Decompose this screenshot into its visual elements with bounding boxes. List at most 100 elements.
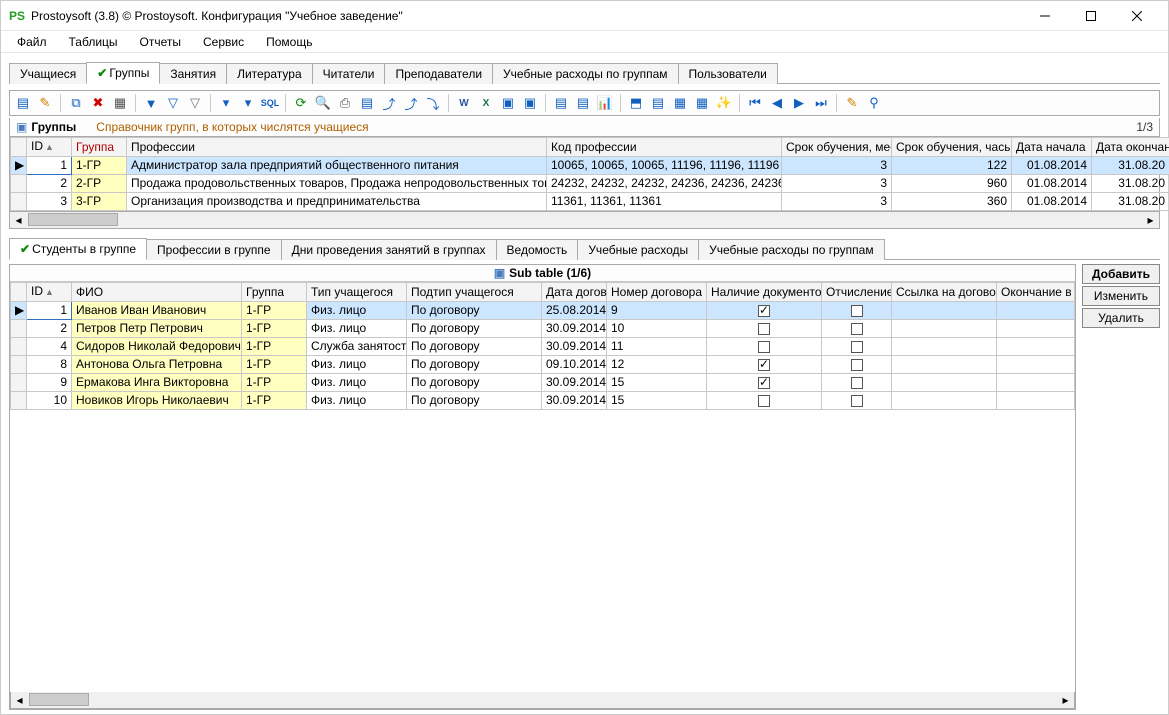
groups-scrollbar[interactable]: ◂ ▸: [9, 212, 1160, 229]
subtab-students[interactable]: ✔Студенты в группе: [9, 238, 147, 260]
tool4-icon[interactable]: ▦: [693, 94, 711, 112]
checkbox-icon[interactable]: [758, 323, 770, 335]
search-icon[interactable]: 🔍: [314, 94, 332, 112]
word-icon[interactable]: W: [455, 94, 473, 112]
edit-icon[interactable]: ✎: [36, 94, 54, 112]
scol-otch[interactable]: Отчисление: [822, 283, 892, 302]
filter2-icon[interactable]: ▽: [164, 94, 182, 112]
scroll-left-icon[interactable]: ◂: [10, 212, 27, 227]
menu-reports[interactable]: Отчеты: [130, 33, 191, 51]
copy-icon[interactable]: ⧉: [67, 94, 85, 112]
col-prof[interactable]: Профессии: [127, 138, 547, 157]
table-row[interactable]: 8Антонова Ольга Петровна1-ГРФиз. лицоПо …: [11, 356, 1075, 374]
subtab-expgrp[interactable]: Учебные расходы по группам: [698, 239, 884, 260]
doc-icon[interactable]: ▤: [358, 94, 376, 112]
tab-readers[interactable]: Читатели: [312, 63, 386, 84]
excel-icon[interactable]: X: [477, 94, 495, 112]
checkbox-icon[interactable]: [758, 395, 770, 407]
maximize-button[interactable]: [1068, 1, 1114, 31]
add-button[interactable]: Добавить: [1082, 264, 1160, 284]
checkbox-icon[interactable]: [758, 341, 770, 353]
sort-icon[interactable]: ▾: [217, 94, 235, 112]
menu-service[interactable]: Сервис: [193, 33, 254, 51]
table-row[interactable]: 9Ермакова Инга Викторовна1-ГРФиз. лицоПо…: [11, 374, 1075, 392]
checkbox-icon[interactable]: [851, 341, 863, 353]
grid-icon[interactable]: ▦: [111, 94, 129, 112]
minimize-button[interactable]: [1022, 1, 1068, 31]
subtab-exp[interactable]: Учебные расходы: [577, 239, 699, 260]
table-row[interactable]: 10Новиков Игорь Николаевич1-ГРФиз. лицоП…: [11, 392, 1075, 410]
table-row[interactable]: 4Сидоров Николай Федорович1-ГРСлужба зан…: [11, 338, 1075, 356]
table-row[interactable]: ▶11-ГРАдминистратор зала предприятий общ…: [11, 157, 1169, 175]
scol-num[interactable]: Номер договора: [607, 283, 707, 302]
checkbox-icon[interactable]: [758, 359, 770, 371]
tab-teachers[interactable]: Преподаватели: [384, 63, 493, 84]
export3-icon[interactable]: ▣: [499, 94, 517, 112]
checkbox-icon[interactable]: [851, 305, 863, 317]
chart1-icon[interactable]: ▤: [552, 94, 570, 112]
wand-icon[interactable]: ✨: [715, 94, 733, 112]
menu-help[interactable]: Помощь: [256, 33, 322, 51]
refresh-icon[interactable]: ⟳: [292, 94, 310, 112]
tool1-icon[interactable]: ⬒: [627, 94, 645, 112]
filter-icon[interactable]: ▼: [142, 94, 160, 112]
scol-grp[interactable]: Группа: [242, 283, 307, 302]
sort2-icon[interactable]: ▾: [239, 94, 257, 112]
scol-docs[interactable]: Наличие документов: [707, 283, 822, 302]
filter3-icon[interactable]: ▽: [186, 94, 204, 112]
nav-last-icon[interactable]: ⏭: [812, 94, 830, 112]
checkbox-icon[interactable]: [851, 395, 863, 407]
scol-id[interactable]: ID: [31, 284, 43, 298]
delete-icon[interactable]: ✖: [89, 94, 107, 112]
nav-next-icon[interactable]: ▶: [790, 94, 808, 112]
col-end[interactable]: Дата окончан: [1092, 138, 1169, 157]
scol-fio[interactable]: ФИО: [72, 283, 242, 302]
tool2-icon[interactable]: ▤: [649, 94, 667, 112]
nav-prev-icon[interactable]: ◀: [768, 94, 786, 112]
col-mes[interactable]: Срок обучения, мес.: [782, 138, 892, 157]
menu-tables[interactable]: Таблицы: [59, 33, 128, 51]
scroll-thumb[interactable]: [28, 213, 118, 226]
col-hours[interactable]: Срок обучения, часы: [892, 138, 1012, 157]
menu-file[interactable]: Файл: [7, 33, 57, 51]
subtab-vedomost[interactable]: Ведомость: [496, 239, 579, 260]
new-icon[interactable]: ▤: [14, 94, 32, 112]
scroll-thumb[interactable]: [29, 693, 89, 706]
subtab-days[interactable]: Дни проведения занятий в группах: [281, 239, 497, 260]
checkbox-icon[interactable]: [851, 377, 863, 389]
table-row[interactable]: 33-ГРОрганизация производства и предприн…: [11, 193, 1169, 211]
print-icon[interactable]: ⎙: [336, 94, 354, 112]
tool3-icon[interactable]: ▦: [671, 94, 689, 112]
export4-icon[interactable]: ▣: [521, 94, 539, 112]
export2-icon[interactable]: ⤴: [402, 94, 420, 112]
scroll-right-icon[interactable]: ▸: [1142, 212, 1159, 227]
tab-students[interactable]: Учащиеся: [9, 63, 87, 84]
col-code[interactable]: Код профессии: [547, 138, 782, 157]
chart-icon[interactable]: 📊: [596, 94, 614, 112]
sql-icon[interactable]: SQL: [261, 94, 279, 112]
tab-users[interactable]: Пользователи: [678, 63, 778, 84]
col-group[interactable]: Группа: [72, 138, 127, 157]
tab-groups[interactable]: ✔Группы: [86, 62, 160, 84]
preview-icon[interactable]: ⚲: [865, 94, 883, 112]
students-grid[interactable]: ID▲ ФИО Группа Тип учащегося Подтип учащ…: [10, 282, 1075, 692]
delete-button[interactable]: Удалить: [1082, 308, 1160, 328]
col-start[interactable]: Дата начала: [1012, 138, 1092, 157]
table-row[interactable]: 2Петров Петр Петрович1-ГРФиз. лицоПо дог…: [11, 320, 1075, 338]
checkbox-icon[interactable]: [851, 359, 863, 371]
checkbox-icon[interactable]: [758, 377, 770, 389]
scol-type[interactable]: Тип учащегося: [307, 283, 407, 302]
tab-expenses[interactable]: Учебные расходы по группам: [492, 63, 678, 84]
scol-link[interactable]: Ссылка на договор: [892, 283, 997, 302]
export1-icon[interactable]: ⤴: [380, 94, 398, 112]
scroll-left-icon[interactable]: ◂: [11, 692, 28, 707]
tab-literature[interactable]: Литература: [226, 63, 313, 84]
nav-first-icon[interactable]: ⏮: [746, 94, 764, 112]
students-scrollbar[interactable]: ◂ ▸: [10, 692, 1075, 709]
scol-end[interactable]: Окончание в: [997, 283, 1075, 302]
tab-lessons[interactable]: Занятия: [159, 63, 227, 84]
checkbox-icon[interactable]: [851, 323, 863, 335]
groups-grid[interactable]: ID▲ Группа Профессии Код профессии Срок …: [9, 137, 1160, 212]
scroll-right-icon[interactable]: ▸: [1057, 692, 1074, 707]
close-button[interactable]: [1114, 1, 1160, 31]
